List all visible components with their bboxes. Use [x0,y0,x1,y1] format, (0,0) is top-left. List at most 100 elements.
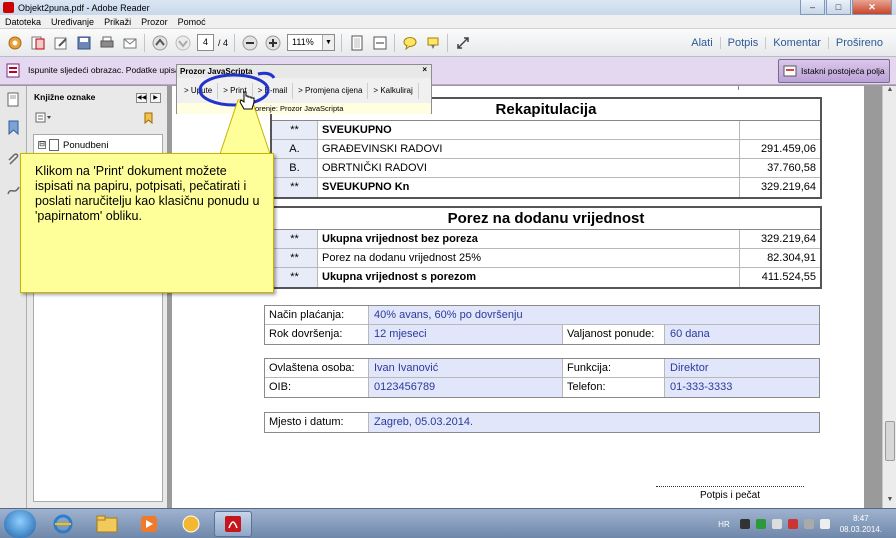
action-center-icon[interactable] [771,519,782,529]
adobe-reader-taskbar-icon[interactable] [214,511,252,537]
email-icon[interactable] [121,34,138,51]
options-menu-icon[interactable] [35,112,53,123]
row-value [740,121,820,139]
deadline-field[interactable]: 12 mjeseci [369,325,563,344]
comment-link[interactable]: Komentar [765,37,828,49]
close-button[interactable]: ✕ [852,0,892,15]
next-page-icon[interactable] [174,34,191,51]
highlight-icon[interactable] [424,34,441,51]
save-icon[interactable] [75,34,92,51]
validity-field[interactable]: 60 dana [665,325,819,344]
calculate-button[interactable]: > Kalkuliraj [368,83,419,99]
form-row: Ovlaštena osoba: Ivan Ivanović Funkcija:… [265,359,819,378]
bookmarks-panel: Knjižne oznake ◀◀ ▶ ⊟ Ponudbeni [27,86,168,508]
scrollbar-thumb[interactable] [885,421,895,461]
collapse-icon[interactable]: ⊟ [38,141,46,149]
price-change-button[interactable]: > Promjena cijena [293,83,369,99]
role-field[interactable]: Direktor [665,359,819,377]
place-date-field[interactable]: Zagreb, 05.03.2014. [369,413,819,432]
windows-taskbar: HR 8:47 08.03.2014. [0,508,896,538]
menu-file[interactable]: Datoteka [0,17,46,27]
fit-width-icon[interactable] [371,34,388,51]
page-thumbnails-icon[interactable] [6,92,21,107]
vertical-scrollbar[interactable]: ▲ ▼ [882,86,896,508]
expand-icon[interactable] [454,34,471,51]
new-bookmark-icon[interactable] [143,112,156,124]
zoom-in-icon[interactable] [264,34,281,51]
phone-field[interactable]: 01-333-3333 [665,378,819,397]
bookmark-page-icon [49,139,59,151]
highlight-fields-icon [783,65,797,77]
row-label: SVEUKUPNO Kn [318,178,740,197]
collapse-panel-icon[interactable]: ◀◀ [136,93,147,103]
bookmarks-icon[interactable] [6,120,21,135]
page-number-input[interactable]: 4 [197,34,214,51]
table-row: ** Ukupna vrijednost bez poreza 329.219,… [272,230,820,249]
oib-label: OIB: [265,378,369,397]
toolbar-separator [341,33,343,52]
attachments-icon[interactable] [6,152,21,167]
edit-icon[interactable] [52,34,69,51]
comment-icon[interactable] [401,34,418,51]
row-value: 37.760,58 [767,162,816,174]
close-icon[interactable]: × [422,65,427,74]
power-icon[interactable] [803,519,814,529]
display-icon[interactable] [739,519,750,529]
create-pdf-icon[interactable] [6,34,23,51]
authorized-person-field[interactable]: Ivan Ivanović [369,359,563,377]
table-row: A. GRAĐEVINSKI RADOVI 291.459,06 [272,140,820,159]
row-label: SVEUKUPNO [318,121,740,139]
scroll-up-icon[interactable]: ▲ [883,86,896,98]
sign-link[interactable]: Potpis [719,37,766,49]
zoom-select[interactable]: 111% ▼ [287,34,336,51]
file-explorer-icon[interactable] [88,511,126,537]
toolbar-separator [394,33,396,52]
row-value: 329.219,64 [760,181,816,193]
table-row: B. OBRTNIČKI RADOVI 37.760,58 [272,159,820,178]
table-row: ** SVEUKUPNO [272,121,820,140]
title-bar: Objekt2puna.pdf - Adobe Reader – □ ✕ [0,0,896,15]
expand-panel-icon[interactable]: ▶ [150,93,161,103]
extended-link[interactable]: Prošireno [827,37,890,49]
oib-field[interactable]: 0123456789 [369,378,563,397]
highlight-fields-button[interactable]: Istakni postojeća polja [778,59,890,83]
menu-edit[interactable]: Uređivanje [46,17,99,27]
start-button[interactable] [4,510,36,538]
combine-files-icon[interactable] [29,34,46,51]
row-marker: A. [272,140,318,158]
bookmark-item[interactable]: ⊟ Ponudbeni [38,139,108,151]
previous-page-icon[interactable] [151,34,168,51]
signature-label: Potpis i pečat [699,490,761,501]
place-date-form: Mjesto i datum: Zagreb, 05.03.2014. [264,412,820,433]
security-icon[interactable] [755,519,766,529]
payment-method-field[interactable]: 40% avans, 60% po dovršenju [369,306,819,324]
menu-view[interactable]: Prikaži [99,17,136,27]
table-row: ** SVEUKUPNO Kn 329.219,64 [272,178,820,197]
internet-explorer-icon[interactable] [44,511,82,537]
scroll-down-icon[interactable]: ▼ [883,496,896,508]
row-marker: B. [272,159,318,177]
toolbar-separator [447,33,449,52]
highlight-fields-label: Istakni postojeća polja [801,66,885,76]
media-player-icon[interactable] [130,511,168,537]
bookmark-label: Ponudbeni [63,139,109,151]
minimize-button[interactable]: – [800,0,825,15]
language-indicator[interactable]: HR [718,520,730,529]
print-icon[interactable] [98,34,115,51]
network-icon[interactable] [787,519,798,529]
instruction-callout: Klikom na 'Print' dokument možete ispisa… [20,153,274,293]
chevron-down-icon[interactable]: ▼ [322,35,335,50]
zoom-out-icon[interactable] [241,34,258,51]
menu-help[interactable]: Pomoć [173,17,211,27]
maximize-button[interactable]: □ [826,0,851,15]
clock[interactable]: 8:47 08.03.2014. [840,513,882,535]
fit-page-icon[interactable] [348,34,365,51]
volume-icon[interactable] [819,519,830,529]
menu-window[interactable]: Prozor [136,17,173,27]
form-icon [6,63,20,78]
tools-link[interactable]: Alati [684,37,719,49]
task-pane-links: Alati Potpis Komentar Prošireno [684,29,890,57]
signatures-icon[interactable] [6,182,21,197]
row-marker: ** [272,230,318,248]
weather-gadget-icon[interactable] [172,511,210,537]
